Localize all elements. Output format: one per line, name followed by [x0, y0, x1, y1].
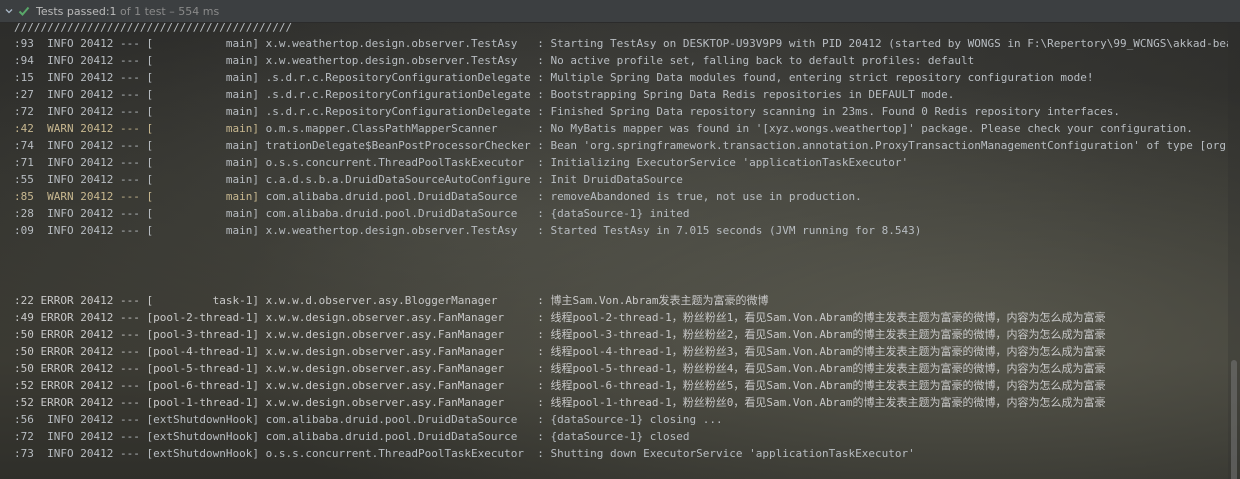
log-prefix: :71 INFO 20412 --- [ main]: [14, 156, 266, 169]
log-message: : Bootstrapping Spring Data Redis reposi…: [537, 88, 955, 101]
log-prefix: :27 INFO 20412 --- [ main]: [14, 88, 266, 101]
log-line: :85 WARN 20412 --- [ main] com.alibaba.d…: [14, 188, 862, 205]
log-prefix: :72 INFO 20412 --- [extShutdownHook]: [14, 430, 266, 443]
log-message: : 线程pool-3-thread-1，粉丝粉丝2，看见Sam.Von.Abra…: [537, 328, 1106, 341]
log-logger: x.w.weathertop.design.observer.TestAsy: [265, 54, 538, 67]
log-message: : 线程pool-5-thread-1，粉丝粉丝4，看见Sam.Von.Abra…: [537, 362, 1106, 375]
log-message: : No active profile set, falling back to…: [537, 54, 975, 67]
log-logger: com.alibaba.druid.pool.DruidDataSource: [265, 430, 538, 443]
log-logger: x.w.w.design.observer.asy.FanManager: [265, 345, 538, 358]
log-logger: com.alibaba.druid.pool.DruidDataSource: [265, 413, 538, 426]
log-line: :50 ERROR 20412 --- [pool-3-thread-1] x.…: [14, 326, 1106, 343]
log-logger: x.w.w.design.observer.asy.FanManager: [265, 396, 538, 409]
log-prefix: :94 INFO 20412 --- [ main]: [14, 54, 266, 67]
check-icon: [18, 6, 30, 16]
log-message: : Starting TestAsy on DESKTOP-U93V9P9 wi…: [537, 37, 1228, 50]
log-prefix: :73 INFO 20412 --- [extShutdownHook]: [14, 447, 266, 460]
console-output[interactable]: ////////////////////////////////////////…: [0, 23, 1228, 479]
log-prefix: :55 INFO 20412 --- [ main]: [14, 173, 266, 186]
log-line: :52 ERROR 20412 --- [pool-6-thread-1] x.…: [14, 377, 1106, 394]
log-line: :42 WARN 20412 --- [ main] o.m.s.mapper.…: [14, 120, 1193, 137]
log-prefix: :09 INFO 20412 --- [ main]: [14, 224, 266, 237]
log-message: : 博主Sam.Von.Abram发表主题为富豪的微博: [537, 294, 769, 307]
log-message: : 线程pool-6-thread-1，粉丝粉丝5，看见Sam.Von.Abra…: [537, 379, 1106, 392]
log-logger: .s.d.r.c.RepositoryConfigurationDelegate: [265, 71, 538, 84]
log-line: :72 INFO 20412 --- [ main] .s.d.r.c.Repo…: [14, 103, 1120, 120]
log-logger: x.w.w.design.observer.asy.FanManager: [265, 328, 538, 341]
log-line: :15 INFO 20412 --- [ main] .s.d.r.c.Repo…: [14, 69, 1094, 86]
log-message: : Initializing ExecutorService 'applicat…: [537, 156, 909, 169]
log-prefix: :93 INFO 20412 --- [ main]: [14, 37, 266, 50]
log-line: :49 ERROR 20412 --- [pool-2-thread-1] x.…: [14, 309, 1106, 326]
log-prefix: :52 ERROR 20412 --- [pool-6-thread-1]: [14, 379, 266, 392]
log-line: :56 INFO 20412 --- [extShutdownHook] com…: [14, 411, 723, 428]
log-logger: com.alibaba.druid.pool.DruidDataSource: [265, 190, 538, 203]
log-prefix: :50 ERROR 20412 --- [pool-5-thread-1]: [14, 362, 266, 375]
log-line: :50 ERROR 20412 --- [pool-4-thread-1] x.…: [14, 343, 1106, 360]
log-message: : {dataSource-1} closing ...: [537, 413, 723, 426]
scrollbar-thumb[interactable]: [1231, 360, 1237, 479]
log-prefix: :50 ERROR 20412 --- [pool-3-thread-1]: [14, 328, 266, 341]
log-line: :22 ERROR 20412 --- [ task-1] x.w.w.d.ob…: [14, 292, 769, 309]
log-prefix: :15 INFO 20412 --- [ main]: [14, 71, 266, 84]
tests-passed-count: 1: [109, 4, 117, 18]
log-prefix: :56 INFO 20412 --- [extShutdownHook]: [14, 413, 266, 426]
log-line: :71 INFO 20412 --- [ main] o.s.s.concurr…: [14, 154, 908, 171]
log-line: :74 INFO 20412 --- [ main] trationDelega…: [14, 137, 1228, 154]
log-prefix: :52 ERROR 20412 --- [pool-1-thread-1]: [14, 396, 266, 409]
log-logger: x.w.w.design.observer.asy.FanManager: [265, 362, 538, 375]
log-message: : Finished Spring Data repository scanni…: [537, 105, 1120, 118]
log-prefix: :85 WARN 20412 --- [ main]: [14, 190, 266, 203]
log-message: : removeAbandoned is true, not use in pr…: [537, 190, 862, 203]
log-line: :55 INFO 20412 --- [ main] c.a.d.s.b.a.D…: [14, 171, 683, 188]
log-logger: x.w.w.design.observer.asy.FanManager: [265, 311, 538, 324]
log-line: :28 INFO 20412 --- [ main] com.alibaba.d…: [14, 205, 690, 222]
log-message: : 线程pool-4-thread-1，粉丝粉丝3，看见Sam.Von.Abra…: [537, 345, 1106, 358]
log-logger: com.alibaba.druid.pool.DruidDataSource: [265, 207, 538, 220]
tests-passed-label: Tests passed:: [36, 4, 110, 18]
log-line: :93 INFO 20412 --- [ main] x.w.weatherto…: [14, 35, 1228, 52]
log-message: : 线程pool-2-thread-1，粉丝粉丝1，看见Sam.Von.Abra…: [537, 311, 1106, 324]
log-line: :73 INFO 20412 --- [extShutdownHook] o.s…: [14, 445, 915, 462]
log-message: : No MyBatis mapper was found in '[xyz.w…: [537, 122, 1193, 135]
log-line: :72 INFO 20412 --- [extShutdownHook] com…: [14, 428, 690, 445]
log-prefix: :72 INFO 20412 --- [ main]: [14, 105, 266, 118]
run-console-window: Tests passed: 1 of 1 test – 554 ms /////…: [0, 0, 1240, 479]
log-logger: .s.d.r.c.RepositoryConfigurationDelegate: [265, 105, 538, 118]
log-prefix: :22 ERROR 20412 --- [ task-1]: [14, 294, 266, 307]
log-message: : Init DruidDataSource: [537, 173, 683, 186]
test-status-bar: Tests passed: 1 of 1 test – 554 ms: [0, 0, 1240, 23]
log-logger: .s.d.r.c.RepositoryConfigurationDelegate: [265, 88, 538, 101]
log-logger: o.m.s.mapper.ClassPathMapperScanner: [265, 122, 538, 135]
log-message: : Bean 'org.springframework.transaction.…: [537, 139, 1228, 152]
vertical-scrollbar[interactable]: [1228, 23, 1240, 479]
log-prefix: :50 ERROR 20412 --- [pool-4-thread-1]: [14, 345, 266, 358]
log-prefix: :74 INFO 20412 --- [ main]: [14, 139, 266, 152]
log-message: : Shutting down ExecutorService 'applica…: [537, 447, 915, 460]
log-logger: o.s.s.concurrent.ThreadPoolTaskExecutor: [265, 156, 538, 169]
log-line: :52 ERROR 20412 --- [pool-1-thread-1] x.…: [14, 394, 1106, 411]
log-message: : Started TestAsy in 7.015 seconds (JVM …: [537, 224, 922, 237]
log-message: : Multiple Spring Data modules found, en…: [537, 71, 1094, 84]
log-line: :09 INFO 20412 --- [ main] x.w.weatherto…: [14, 222, 921, 239]
log-prefix: :49 ERROR 20412 --- [pool-2-thread-1]: [14, 311, 266, 324]
log-line: :94 INFO 20412 --- [ main] x.w.weatherto…: [14, 52, 974, 69]
log-line: :27 INFO 20412 --- [ main] .s.d.r.c.Repo…: [14, 86, 954, 103]
log-prefix: :42 WARN 20412 --- [ main]: [14, 122, 266, 135]
log-logger: x.w.weathertop.design.observer.TestAsy: [265, 224, 538, 237]
log-logger: x.w.w.d.observer.asy.BloggerManager: [265, 294, 538, 307]
tests-passed-detail: of 1 test – 554 ms: [116, 4, 220, 18]
log-logger: x.w.w.design.observer.asy.FanManager: [265, 379, 538, 392]
log-prefix: :28 INFO 20412 --- [ main]: [14, 207, 266, 220]
log-line: :50 ERROR 20412 --- [pool-5-thread-1] x.…: [14, 360, 1106, 377]
log-message: : {dataSource-1} closed: [537, 430, 690, 443]
log-message: : 线程pool-1-thread-1，粉丝粉丝0，看见Sam.Von.Abra…: [537, 396, 1106, 409]
log-message: : {dataSource-1} inited: [537, 207, 690, 220]
log-logger: o.s.s.concurrent.ThreadPoolTaskExecutor: [265, 447, 538, 460]
log-logger: trationDelegate$BeanPostProcessorChecker: [265, 139, 538, 152]
log-logger: c.a.d.s.b.a.DruidDataSourceAutoConfigure: [265, 173, 538, 186]
chevron-down-icon[interactable]: [5, 7, 13, 15]
log-logger: x.w.weathertop.design.observer.TestAsy: [265, 37, 538, 50]
